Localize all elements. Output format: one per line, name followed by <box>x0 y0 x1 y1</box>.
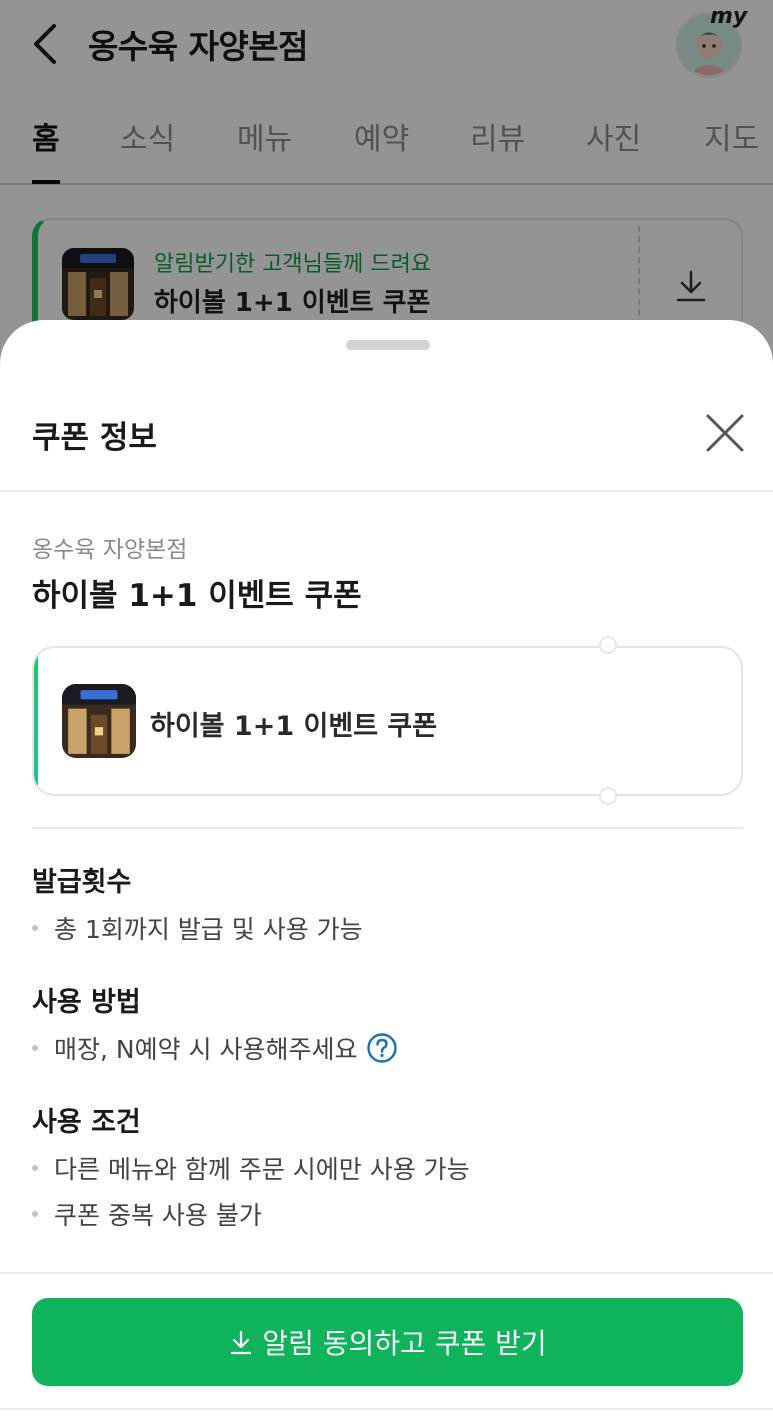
coupon-card-accent <box>34 648 38 794</box>
coupon-title: 하이볼 1+1 이벤트 쿠폰 <box>32 578 362 614</box>
usage-method-heading: 사용 방법 <box>32 987 141 1018</box>
usage-method-item: 매장, N예약 시 사용해주세요 <box>32 1030 398 1067</box>
coupon-notch-bottom <box>599 787 617 805</box>
usage-condition-item: 쿠폰 중복 사용 불가 <box>32 1196 262 1232</box>
divider <box>0 490 773 492</box>
store-name: 옹수육 자양본점 <box>32 537 188 563</box>
usage-condition-item: 다른 메뉴와 함께 주문 시에만 사용 가능 <box>32 1150 470 1186</box>
divider <box>0 1272 773 1274</box>
coupon-card: 하이볼 1+1 이벤트 쿠폰 <box>32 646 743 796</box>
coupon-card-name: 하이볼 1+1 이벤트 쿠폰 <box>150 711 438 742</box>
bottom-divider <box>0 1408 773 1410</box>
close-icon[interactable] <box>704 412 746 454</box>
drag-handle[interactable] <box>346 340 430 350</box>
get-coupon-button[interactable]: 알림 동의하고 쿠폰 받기 <box>32 1298 743 1386</box>
issue-count-heading: 발급횟수 <box>32 867 132 898</box>
coupon-notch-top <box>599 636 617 654</box>
help-question-icon[interactable] <box>366 1032 398 1064</box>
coupon-info-sheet: 쿠폰 정보 옹수육 자양본점 하이볼 1+1 이벤트 쿠폰 하이볼 1+1 이벤… <box>0 320 773 1423</box>
usage-condition-heading: 사용 조건 <box>32 1107 141 1138</box>
issue-count-item: 총 1회까지 발급 및 사용 가능 <box>32 910 363 946</box>
divider <box>32 827 743 829</box>
store-thumbnail <box>62 684 136 758</box>
sheet-title: 쿠폰 정보 <box>32 420 157 456</box>
download-icon <box>228 1328 254 1356</box>
get-coupon-label: 알림 동의하고 쿠폰 받기 <box>262 1327 547 1360</box>
